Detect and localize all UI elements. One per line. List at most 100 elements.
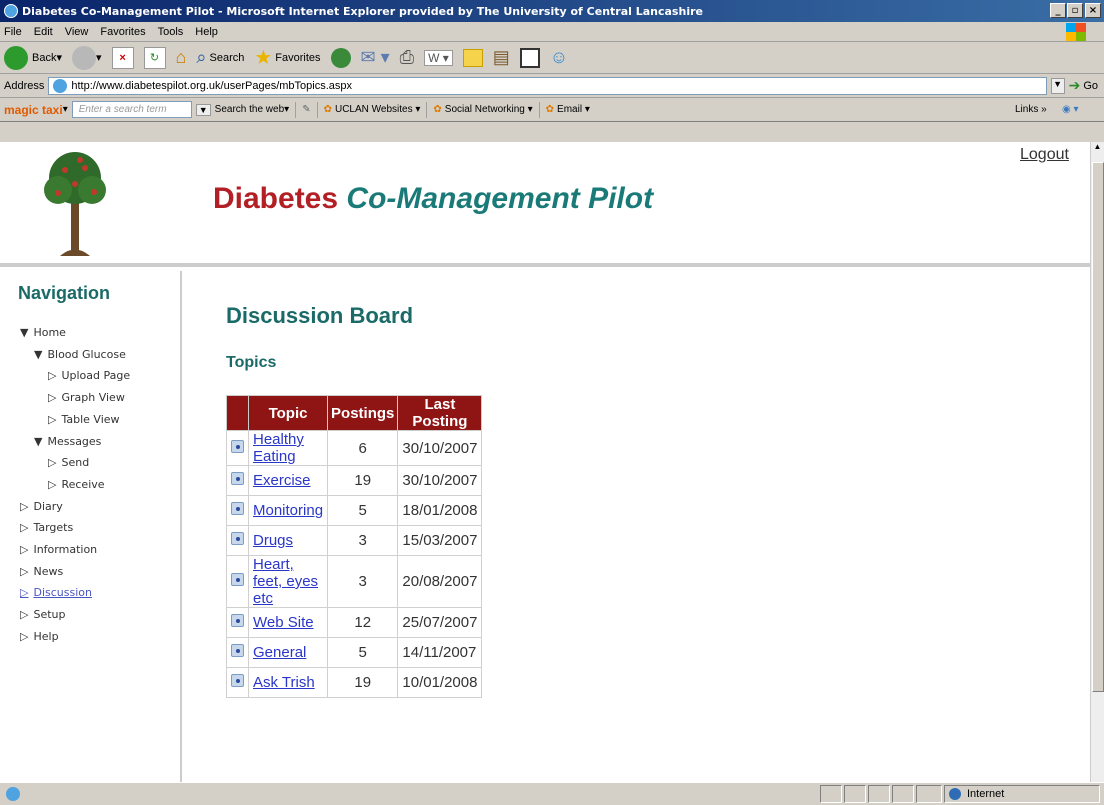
menu-tools[interactable]: Tools [158,26,184,38]
last-posting-cell: 25/07/2007 [397,607,483,638]
nav-item-diary[interactable]: ▷ Diary [20,500,63,513]
table-row: Exercise 19 30/10/2007 [226,465,483,496]
nav-item-help[interactable]: ▷ Help [20,630,59,643]
bullet-icon [231,644,244,657]
nav-item-label: Targets [33,521,74,535]
notes-icon[interactable] [462,48,483,67]
forward-button[interactable]: ▾ [72,45,102,70]
last-posting-cell: 20/08/2007 [397,555,483,608]
nav-item-messages[interactable]: ▼ Messages [34,435,101,448]
topics-table: Topic Postings Last Posting Healthy Eati… [226,395,483,698]
nav-item-send[interactable]: ▷ Send [48,456,89,469]
search-web-button[interactable]: Search the web [215,104,285,115]
nav-item-targets[interactable]: ▷ Targets [20,521,73,534]
favorites-button[interactable]: ★ Favorites [254,45,320,70]
search-button[interactable]: ⌕ Search [196,47,244,68]
collapsed-triangle-icon: ▷ [20,564,29,578]
address-input[interactable]: http://www.diabetespilot.org.uk/userPage… [48,76,1047,95]
refresh-icon[interactable]: ↻ [143,46,166,69]
navigation-heading: Navigation [18,283,111,303]
mail-icon[interactable]: ✉ ▾ [361,47,390,68]
nav-item-table-view[interactable]: ▷ Table View [48,413,120,426]
media-icon[interactable] [519,47,540,68]
last-posting-cell: 30/10/2007 [397,430,483,466]
nav-item-home[interactable]: ▼ Home [20,326,66,339]
topic-link[interactable]: Monitoring [253,502,323,519]
extension-icon[interactable]: ◉ ▾ [1062,104,1079,115]
topic-link[interactable]: Web Site [253,614,314,631]
nav-item-blood-glucose[interactable]: ▼ Blood Glucose [34,348,126,361]
favorites-label: Favorites [275,51,321,64]
go-button[interactable]: Go [1083,80,1098,92]
ie-logo-icon [4,4,18,18]
topic-link[interactable]: Ask Trish [253,674,315,691]
nav-item-graph-view[interactable]: ▷ Graph View [48,391,125,404]
logout-link[interactable]: Logout [1020,146,1069,164]
postings-cell: 3 [327,525,399,556]
nav-item-receive[interactable]: ▷ Receive [48,478,105,491]
search-dropdown-icon[interactable]: ▼ [195,103,211,116]
topic-cell: Exercise [247,465,329,496]
topic-link[interactable]: Exercise [253,472,311,489]
topic-link[interactable]: Heart, feet, eyes etc [253,556,318,607]
security-zone: Internet [944,785,1100,803]
nav-item-upload-page[interactable]: ▷ Upload Page [48,369,130,382]
bullet-icon [231,614,244,627]
star-icon: ★ [254,47,273,69]
menu-bar: File Edit View Favorites Tools Help [0,22,1104,42]
table-row: Web Site 12 25/07/2007 [226,607,483,638]
nav-item-label: Messages [47,434,102,448]
tree-logo-icon [44,152,106,256]
postings-cell: 5 [327,495,399,526]
stop-icon[interactable]: × [111,46,134,69]
nav-item-setup[interactable]: ▷ Setup [20,608,66,621]
edit-icon[interactable]: W ▾ [424,49,453,66]
menu-view[interactable]: View [65,26,89,38]
research-icon[interactable]: ▤ [493,47,510,68]
row-bullet-cell [226,667,249,698]
nav-item-label: News [33,564,64,578]
nav-item-label: Graph View [61,391,125,405]
print-icon[interactable]: ⎙ [400,47,414,68]
social-networking-menu[interactable]: Social Networking [445,104,525,115]
table-header-row: Topic Postings Last Posting [226,395,483,431]
topic-link[interactable]: Drugs [253,532,293,549]
bullet-icon [231,674,244,687]
address-dropdown-icon[interactable]: ▼ [1050,77,1065,94]
windows-logo-icon [1066,23,1086,41]
postings-cell: 5 [327,637,399,668]
topic-link[interactable]: General [253,644,306,661]
scroll-thumb[interactable] [1092,162,1104,692]
maximize-button[interactable]: ▫ [1067,3,1083,18]
nav-item-news[interactable]: ▷ News [20,565,63,578]
scroll-up-icon[interactable]: ▲ [1091,142,1104,151]
back-button[interactable]: Back ▾ [4,45,62,70]
status-cell [820,785,842,803]
nav-item-information[interactable]: ▷ Information [20,543,97,556]
vertical-scrollbar[interactable]: ▲ [1090,142,1104,782]
links-menu[interactable]: Links » [1015,104,1047,115]
flower-icon: ✿ [545,104,555,115]
nav-item-label: Receive [61,477,105,491]
toolbar-search-input[interactable]: Enter a search term [71,101,192,118]
uclan-websites-menu[interactable]: UCLAN Websites [335,104,413,115]
messenger-icon[interactable]: ☺ [550,47,568,68]
email-menu[interactable]: Email [557,104,582,115]
topic-cell: General [247,637,329,668]
menu-file[interactable]: File [4,26,22,38]
minimize-button[interactable]: _ [1050,3,1066,18]
close-button[interactable]: × [1085,3,1101,18]
nav-item-label: Help [33,629,59,643]
menu-edit[interactable]: Edit [34,26,53,38]
row-bullet-cell [226,495,249,526]
menu-favorites[interactable]: Favorites [100,26,145,38]
table-row: General 5 14/11/2007 [226,637,483,668]
menu-help[interactable]: Help [195,26,218,38]
topic-link[interactable]: Healthy Eating [253,431,304,465]
highlight-icon[interactable]: ✎ [302,104,310,115]
nav-item-discussion[interactable]: ▷ Discussion [20,586,92,599]
home-icon[interactable]: ⌂ [176,47,187,68]
go-arrow-icon[interactable]: ➔ [1069,77,1081,94]
magic-taxi-brand[interactable]: magic taxi [4,103,63,117]
history-icon[interactable] [330,47,351,68]
